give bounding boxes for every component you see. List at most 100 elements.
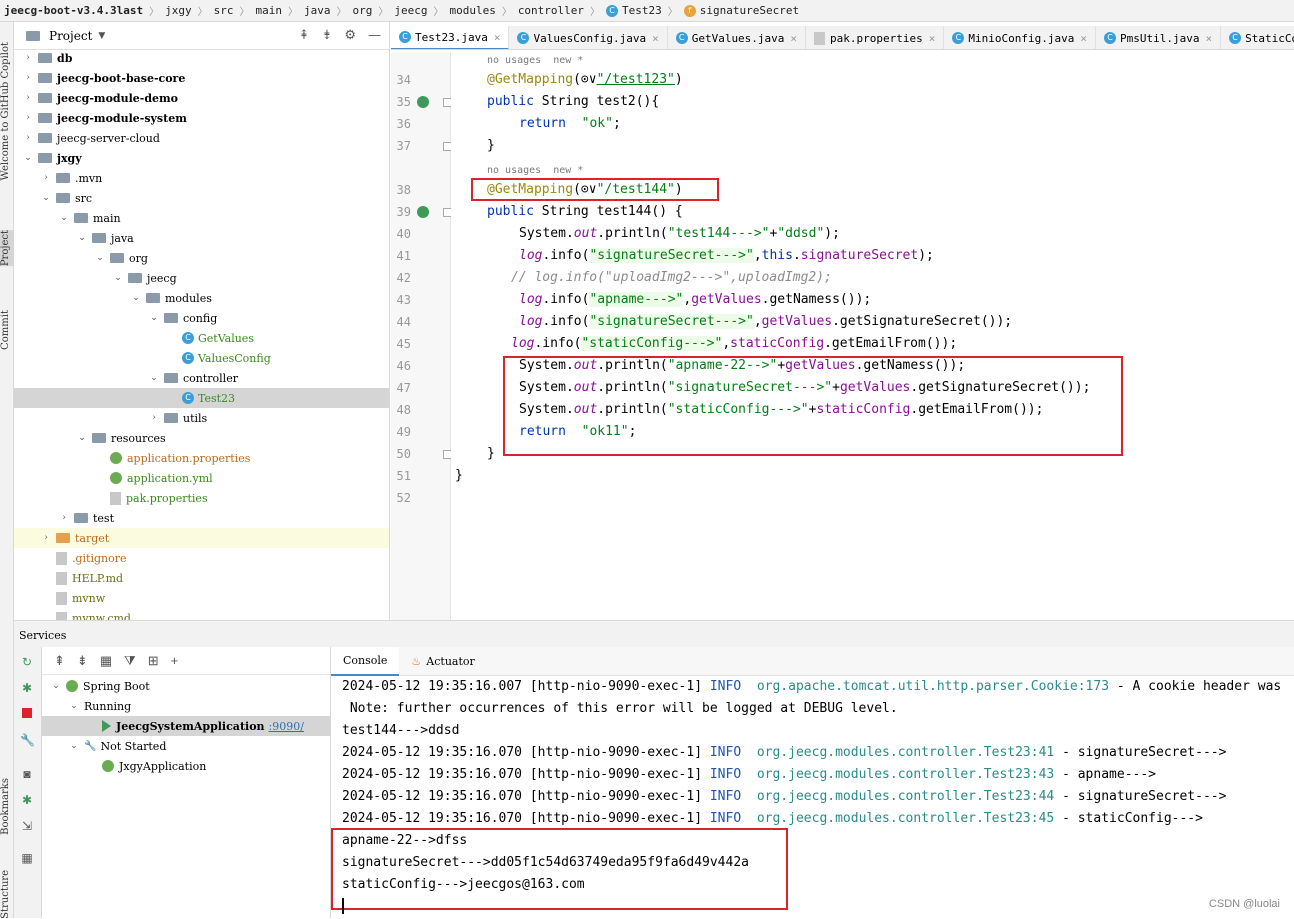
chevron-right-icon[interactable]: › bbox=[22, 93, 34, 103]
chevron-down-icon[interactable]: ⌄ bbox=[76, 433, 88, 443]
editor-tab[interactable]: C GetValues.java × bbox=[668, 26, 807, 49]
log-logger[interactable]: org.jeecg.modules.controller.Test23:44 bbox=[741, 789, 1054, 804]
close-icon[interactable]: × bbox=[652, 32, 659, 45]
service-item[interactable]: ⌄ 🔧 Not Started bbox=[42, 736, 331, 756]
camera-icon[interactable]: ◙ bbox=[20, 767, 34, 781]
breadcrumb-item[interactable]: jeecg bbox=[394, 4, 427, 17]
tree-item[interactable]: › target bbox=[14, 528, 389, 548]
tab-actuator[interactable]: ♨ Actuator bbox=[399, 647, 486, 676]
chevron-right-icon[interactable]: › bbox=[22, 133, 34, 143]
tree-item[interactable]: C Test23 bbox=[14, 388, 389, 408]
chevron-down-icon[interactable]: ⌄ bbox=[50, 681, 62, 691]
collapse-all-icon[interactable]: ⇟ bbox=[321, 28, 332, 43]
tree-item[interactable]: › test bbox=[14, 508, 389, 528]
collapse-all-icon[interactable]: ⇟ bbox=[77, 653, 88, 669]
structure-tab[interactable]: Structure bbox=[0, 870, 14, 919]
breadcrumb-item[interactable]: org bbox=[352, 4, 372, 17]
breadcrumb-item[interactable]: java bbox=[304, 4, 331, 17]
chevron-right-icon[interactable]: › bbox=[40, 173, 52, 183]
tree-item[interactable]: › jeecg-module-system bbox=[14, 108, 389, 128]
breadcrumb-item[interactable]: jxgy bbox=[165, 4, 192, 17]
chevron-down-icon[interactable]: ⌄ bbox=[68, 741, 80, 751]
editor-tab[interactable]: C Test23.java × bbox=[391, 26, 510, 49]
tree-item[interactable]: › jeecg-module-demo bbox=[14, 88, 389, 108]
tree-item[interactable]: mvnw.cmd bbox=[14, 608, 389, 620]
bug-icon[interactable]: ✱ bbox=[20, 793, 34, 807]
tree-item[interactable]: application.properties bbox=[14, 448, 389, 468]
chevron-right-icon[interactable]: › bbox=[22, 113, 34, 123]
project-tab[interactable]: Project bbox=[0, 230, 14, 267]
chevron-right-icon[interactable]: › bbox=[22, 73, 34, 83]
project-title[interactable]: Project bbox=[49, 29, 92, 43]
chevron-down-icon[interactable]: ⌄ bbox=[112, 273, 124, 283]
tree-item[interactable]: ⌄ src bbox=[14, 188, 389, 208]
chevron-down-icon[interactable]: ⌄ bbox=[58, 213, 70, 223]
rerun-icon[interactable]: ↻ bbox=[20, 655, 34, 669]
tree-item[interactable]: C ValuesConfig bbox=[14, 348, 389, 368]
group-icon[interactable]: ▦ bbox=[100, 653, 112, 669]
tree-item[interactable]: .gitignore bbox=[14, 548, 389, 568]
breadcrumb-item[interactable]: C Test23 bbox=[606, 4, 662, 17]
log-logger[interactable]: org.jeecg.modules.controller.Test23:45 bbox=[741, 811, 1054, 826]
log-logger[interactable]: org.apache.tomcat.util.http.parser.Cooki… bbox=[741, 679, 1109, 694]
service-item[interactable]: JxgyApplication bbox=[42, 756, 331, 776]
tree-item[interactable]: HELP.md bbox=[14, 568, 389, 588]
service-port-link[interactable]: :9090/ bbox=[269, 720, 304, 733]
tree-item[interactable]: › jeecg-server-cloud bbox=[14, 128, 389, 148]
chevron-down-icon[interactable]: ⌄ bbox=[130, 293, 142, 303]
breadcrumb-item[interactable]: controller bbox=[518, 4, 584, 17]
breadcrumb-item[interactable]: jeecg-boot-v3.4.3last bbox=[4, 4, 143, 17]
run-gutter-icon[interactable] bbox=[417, 206, 429, 218]
usage-hint[interactable]: no usages new * bbox=[487, 165, 583, 176]
breadcrumb-item[interactable]: modules bbox=[449, 4, 495, 17]
tree-item[interactable]: › .mvn bbox=[14, 168, 389, 188]
add-icon[interactable]: + bbox=[171, 653, 179, 668]
code-editor[interactable]: @GetMapping(⊙∨"/test123") public String t… bbox=[451, 52, 1294, 620]
service-item[interactable]: ⌄ Running bbox=[42, 696, 331, 716]
tree-item[interactable]: ⌄ resources bbox=[14, 428, 389, 448]
tree-item[interactable]: ⌄ modules bbox=[14, 288, 389, 308]
tree-item[interactable]: ⌄ java bbox=[14, 228, 389, 248]
editor-tab[interactable]: C PmsUtil.java × bbox=[1096, 26, 1222, 49]
chevron-right-icon[interactable]: › bbox=[148, 413, 160, 423]
chevron-down-icon[interactable]: ⌄ bbox=[68, 701, 80, 711]
chevron-down-icon[interactable]: ▼ bbox=[98, 31, 105, 41]
chevron-down-icon[interactable]: ⌄ bbox=[148, 373, 160, 383]
tree-item[interactable]: C GetValues bbox=[14, 328, 389, 348]
expand-all-icon[interactable]: ⇞ bbox=[54, 653, 65, 669]
breadcrumb-item[interactable]: main bbox=[255, 4, 282, 17]
import-icon[interactable]: ⇲ bbox=[20, 819, 34, 833]
close-icon[interactable]: × bbox=[929, 32, 936, 45]
tree-item[interactable]: pak.properties bbox=[14, 488, 389, 508]
tree-item[interactable]: ⌄ jeecg bbox=[14, 268, 389, 288]
chevron-down-icon[interactable]: ⌄ bbox=[40, 193, 52, 203]
chevron-right-icon[interactable]: › bbox=[40, 533, 52, 543]
filter-icon[interactable]: ⧩ bbox=[124, 653, 136, 669]
debug-icon[interactable]: ✱ bbox=[20, 681, 34, 695]
tree-item[interactable]: ⌄ config bbox=[14, 308, 389, 328]
chevron-down-icon[interactable]: ⌄ bbox=[76, 233, 88, 243]
minimize-icon[interactable]: — bbox=[368, 28, 381, 43]
bookmarks-tab[interactable]: Bookmarks bbox=[0, 778, 14, 835]
layout-icon[interactable]: ▦ bbox=[20, 851, 34, 865]
editor-tab[interactable]: C MinioConfig.java × bbox=[944, 26, 1096, 49]
tree-item[interactable]: ⌄ controller bbox=[14, 368, 389, 388]
breadcrumb-item[interactable]: src bbox=[214, 4, 234, 17]
tree-item[interactable]: ⌄ org bbox=[14, 248, 389, 268]
wrench-icon[interactable]: 🔧 bbox=[20, 733, 35, 747]
close-icon[interactable]: × bbox=[1205, 32, 1212, 45]
service-item[interactable]: ⌄ Spring Boot bbox=[42, 676, 331, 696]
expand-all-icon[interactable]: ⇞ bbox=[299, 28, 310, 43]
copilot-tab[interactable]: Welcome to GitHub Copilot bbox=[0, 42, 14, 180]
tree-item[interactable]: › db bbox=[14, 50, 389, 68]
chevron-down-icon[interactable]: ⌄ bbox=[94, 253, 106, 263]
editor-tab[interactable]: pak.properties × bbox=[806, 26, 945, 49]
chevron-right-icon[interactable]: › bbox=[22, 53, 34, 63]
tree-item[interactable]: mvnw bbox=[14, 588, 389, 608]
stop-icon[interactable] bbox=[20, 707, 34, 721]
usage-hint[interactable]: no usages new * bbox=[487, 55, 583, 66]
commit-tab[interactable]: Commit bbox=[0, 310, 14, 350]
gear-icon[interactable]: ⚙ bbox=[344, 28, 356, 43]
tree-item[interactable]: › jeecg-boot-base-core bbox=[14, 68, 389, 88]
close-icon[interactable]: × bbox=[1080, 32, 1087, 45]
